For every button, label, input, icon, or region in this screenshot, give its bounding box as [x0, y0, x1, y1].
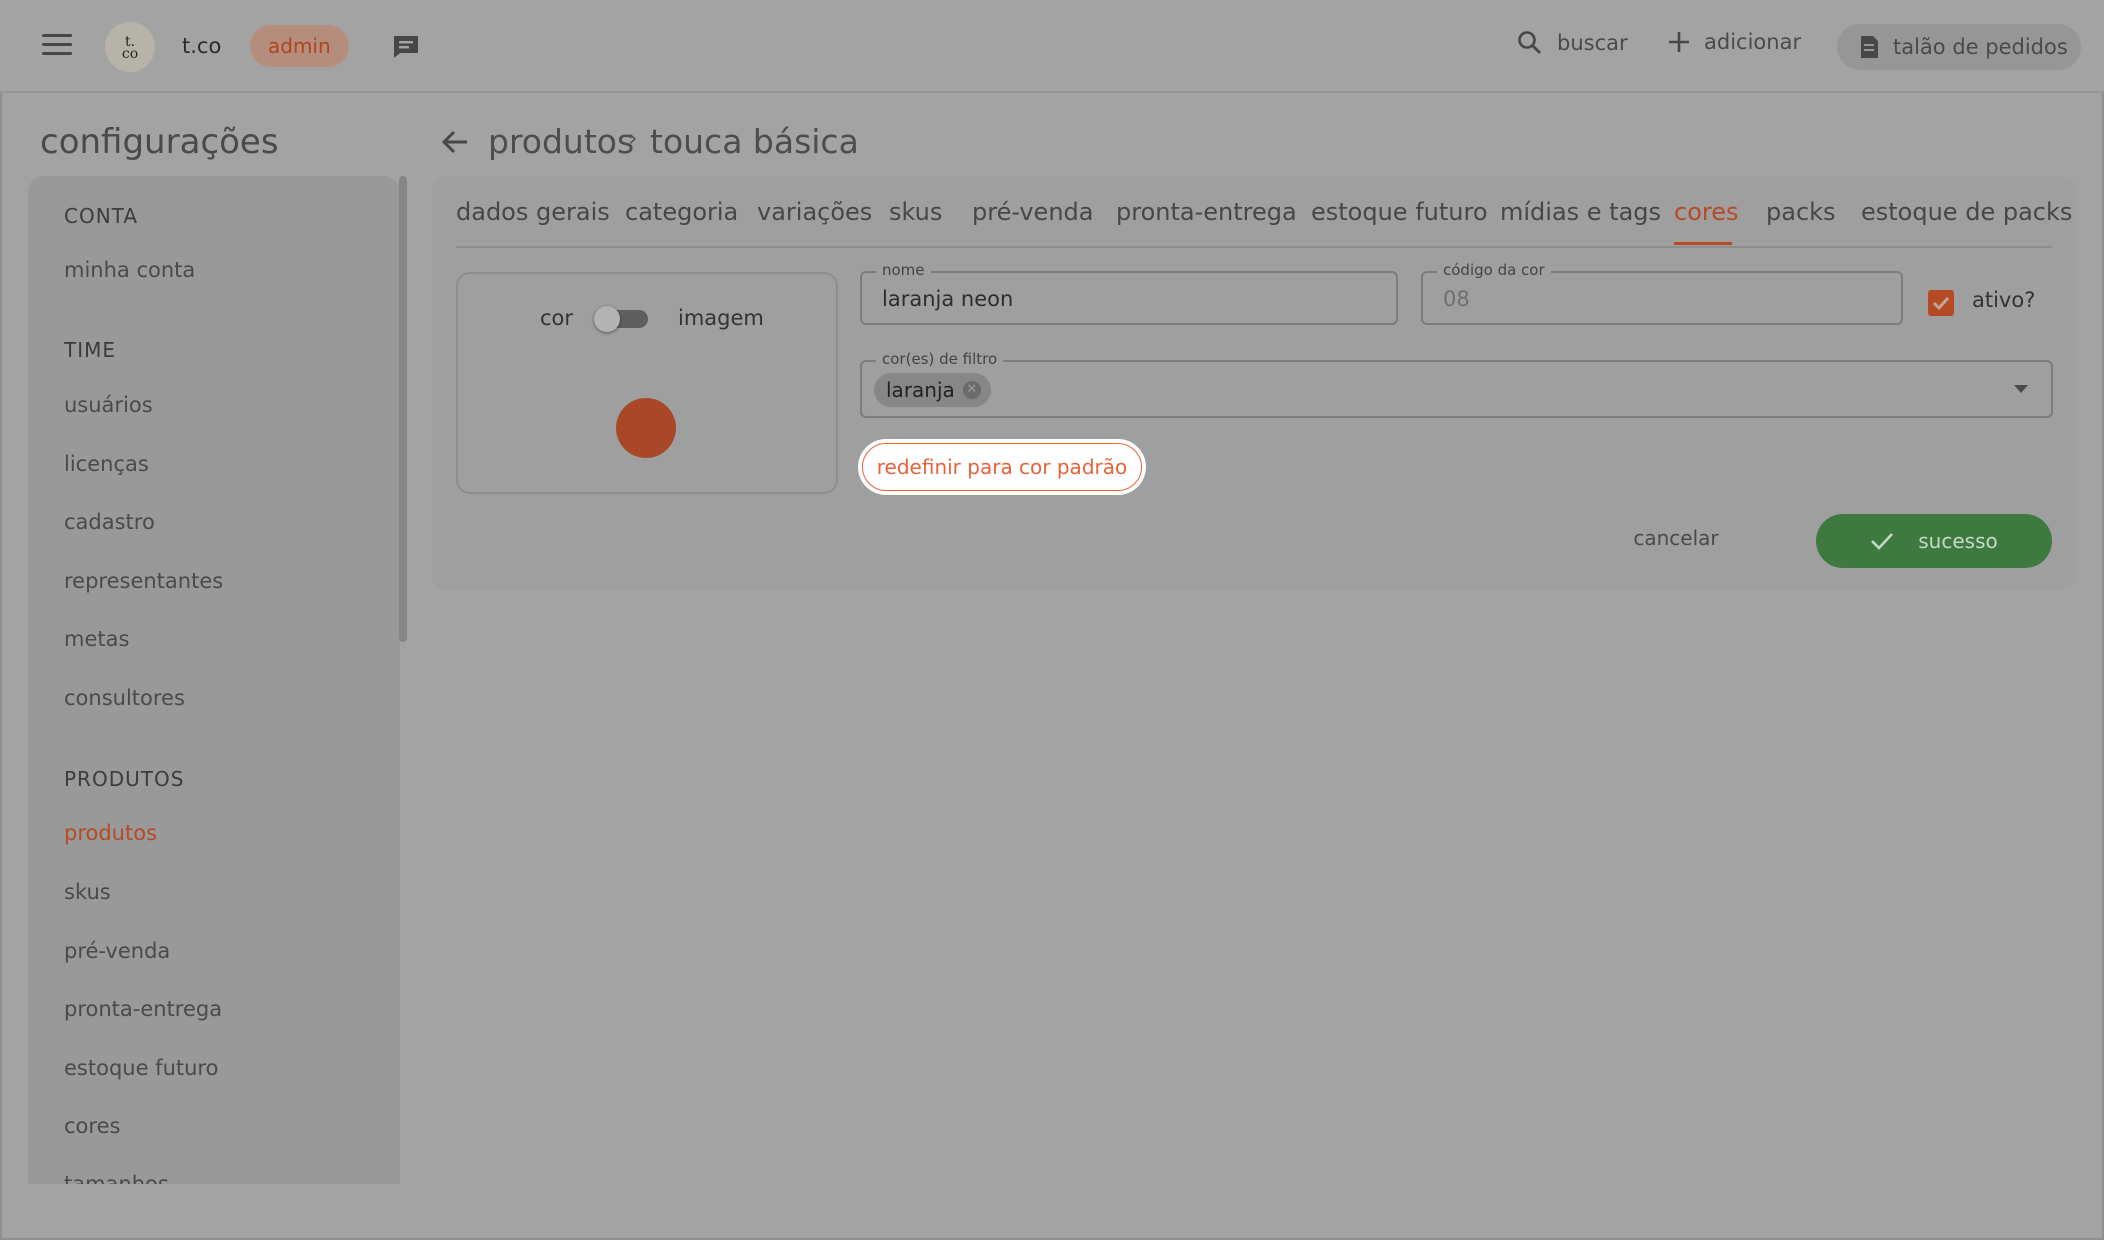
tab-pre-venda[interactable]: pré-venda	[972, 198, 1093, 226]
orders-button[interactable]: talão de pedidos	[1837, 24, 2081, 70]
tab-estoque-de-packs[interactable]: estoque de packs	[1861, 198, 2072, 226]
sidebar-item-estoque-futuro[interactable]: estoque futuro	[64, 1056, 218, 1080]
tab-skus[interactable]: skus	[889, 198, 942, 226]
sidebar-clip: tamanhos	[28, 1168, 400, 1184]
sidebar-item-consultores[interactable]: consultores	[64, 686, 185, 710]
add-button[interactable]: adicionar	[1668, 30, 1801, 54]
search-label: buscar	[1557, 31, 1628, 55]
sidebar-section-produtos: PRODUTOS	[64, 767, 185, 791]
success-button-label: sucesso	[1918, 529, 1998, 553]
sidebar-item-usuarios[interactable]: usuários	[64, 393, 153, 417]
filter-colors-select[interactable]: cor(es) de filtro	[860, 350, 2053, 418]
check-icon	[1871, 533, 1894, 550]
color-code-field[interactable]: código da cor 08	[1421, 261, 1903, 325]
toggle-knob	[594, 306, 620, 332]
add-label: adicionar	[1704, 30, 1802, 54]
tab-variacoes[interactable]: variações	[757, 198, 872, 226]
sidebar-item-representantes[interactable]: representantes	[64, 569, 223, 593]
sidebar-section-time: TIME	[64, 338, 117, 362]
color-code-label: código da cor	[1437, 261, 1551, 279]
breadcrumb-separator: ›	[628, 124, 638, 152]
sidebar-item-metas[interactable]: metas	[64, 627, 129, 651]
sidebar-item-tamanhos[interactable]: tamanhos	[64, 1172, 169, 1184]
product-tabs: dados gerais categoria variações skus pr…	[456, 196, 2072, 248]
tab-packs[interactable]: packs	[1766, 198, 1836, 226]
reset-button-label: redefinir para cor padrão	[862, 443, 1142, 491]
company-name: t.co	[182, 34, 222, 58]
search-button[interactable]: buscar	[1517, 30, 1628, 56]
sidebar-item-pre-venda[interactable]: pré-venda	[64, 939, 170, 963]
color-swatch[interactable]	[616, 398, 676, 458]
name-field[interactable]: nome laranja neon	[860, 261, 1398, 325]
toggle-left-label: cor	[540, 306, 574, 330]
orders-label: talão de pedidos	[1893, 35, 2068, 59]
back-arrow-icon[interactable]	[440, 128, 470, 156]
chat-icon[interactable]	[392, 34, 420, 60]
tab-pronta-entrega[interactable]: pronta-entrega	[1116, 198, 1297, 226]
company-avatar[interactable]: t. co	[105, 22, 155, 72]
settings-title: configurações	[40, 122, 279, 162]
filter-colors-label: cor(es) de filtro	[876, 350, 1004, 368]
tab-cores[interactable]: cores	[1674, 198, 1739, 226]
sidebar-item-pronta-entrega[interactable]: pronta-entrega	[64, 997, 222, 1021]
plus-icon	[1669, 32, 1689, 52]
chip-remove-icon[interactable]: ✕	[962, 381, 981, 399]
sidebar-item-licencas[interactable]: licenças	[64, 452, 149, 476]
sidebar-item-minha-conta[interactable]: minha conta	[64, 258, 195, 282]
success-button[interactable]: sucesso	[1816, 514, 2052, 568]
sidebar-item-cores[interactable]: cores	[64, 1114, 120, 1138]
dropdown-caret-icon[interactable]	[2014, 385, 2028, 393]
sidebar-item-cadastro[interactable]: cadastro	[64, 510, 155, 534]
sidebar-scrollbar[interactable]	[399, 176, 407, 642]
tab-estoque-futuro[interactable]: estoque futuro	[1311, 198, 1488, 226]
sidebar-section-conta: CONTA	[64, 204, 139, 228]
check-icon	[1932, 296, 1950, 311]
active-label: ativo?	[1972, 288, 2036, 312]
toggle-right-label: imagem	[678, 306, 764, 330]
active-tab-indicator	[1674, 242, 1732, 245]
active-checkbox[interactable]	[1928, 290, 1954, 316]
menu-icon[interactable]	[42, 34, 72, 58]
tab-categoria[interactable]: categoria	[625, 198, 738, 226]
name-field-value: laranja neon	[882, 287, 1014, 311]
tab-dados-gerais[interactable]: dados gerais	[456, 198, 610, 226]
reset-default-color-button[interactable]: redefinir para cor padrão	[858, 439, 1146, 495]
color-code-placeholder: 08	[1443, 287, 1470, 311]
name-field-label: nome	[876, 261, 931, 279]
order-book-icon	[1861, 36, 1878, 58]
filter-chip: laranja ✕	[874, 373, 991, 407]
tab-midias-e-tags[interactable]: mídias e tags	[1500, 198, 1661, 226]
search-icon	[1518, 31, 1541, 54]
sidebar-item-skus[interactable]: skus	[64, 880, 111, 904]
role-badge: admin	[250, 25, 349, 67]
settings-sidebar	[28, 176, 400, 1184]
sidebar-item-produtos[interactable]: produtos	[64, 821, 157, 845]
breadcrumb-current: touca básica	[650, 122, 859, 161]
avatar-text: t. co	[121, 34, 139, 62]
cancel-button[interactable]: cancelar	[1626, 526, 1726, 556]
color-image-toggle[interactable]	[594, 306, 650, 332]
top-bar: t. co t.co admin buscar adicionar talão …	[0, 0, 2104, 93]
breadcrumb-parent[interactable]: produtos	[488, 122, 634, 161]
filter-chip-label: laranja	[886, 378, 955, 402]
